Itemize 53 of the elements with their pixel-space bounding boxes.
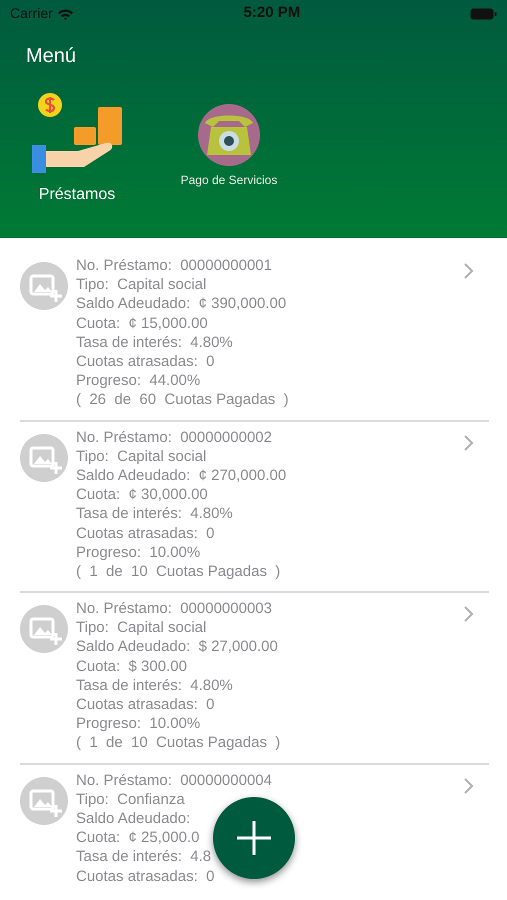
loan-detail: Tipo: Capital social bbox=[76, 618, 206, 638]
loan-detail: Saldo Adeudado: ¢ 390,000.00 bbox=[76, 294, 286, 314]
loan-detail: No. Préstamo: 00000000004 bbox=[76, 770, 272, 790]
loan-detail: Tipo: Capital social bbox=[76, 446, 206, 466]
loan-detail: Tasa de interés: 4.80% bbox=[76, 504, 233, 524]
chevron-icon bbox=[463, 262, 475, 280]
loan-detail: Progreso: 10.00% bbox=[76, 542, 200, 562]
loan-detail: Tipo: Capital social bbox=[76, 275, 206, 294]
loan-row[interactable]: No. Préstamo: 00000000001 Tipo: Capital social Saldo Adeudado: ¢ 390,000.00 Cuota: ¢ 15,000.00 Tasa de interés: 4.80% Cuotas atrasadas: 0 Progreso: 44.00% ( 26 de 60 Cuotas Pagadas ) bbox=[20, 256, 489, 422]
loan-detail: No. Préstamo: 00000000003 bbox=[76, 599, 272, 618]
image-placeholder-icon bbox=[20, 262, 68, 310]
image-placeholder-icon bbox=[20, 434, 68, 482]
loan-detail: Cuota: ¢ 15,000.00 bbox=[76, 314, 208, 333]
add-button[interactable] bbox=[213, 797, 295, 879]
menu-tile[interactable]: Pago de Servicios bbox=[174, 89, 284, 207]
loan-detail: Progreso: 44.00% bbox=[76, 371, 200, 390]
image-placeholder-icon bbox=[20, 776, 68, 824]
chevron-icon bbox=[463, 434, 475, 452]
image-placeholder-icon bbox=[20, 605, 68, 653]
loan-detail: ( 26 de 60 Cuotas Pagadas ) bbox=[76, 390, 289, 410]
loan-detail: Cuotas atrasadas: 0 bbox=[76, 695, 214, 714]
loan-detail: No. Préstamo: 00000000002 bbox=[76, 428, 272, 447]
loan-detail: Cuotas atrasadas: 0 bbox=[76, 352, 214, 372]
chevron-icon bbox=[463, 605, 475, 623]
loan-detail: Saldo Adeudado: bbox=[76, 808, 190, 828]
loan-detail: Progreso: 10.00% bbox=[76, 714, 200, 734]
loan-detail: Cuotas atrasadas: 0 bbox=[76, 866, 214, 886]
loan-row[interactable]: No. Préstamo: 00000000003 Tipo: Capital social Saldo Adeudado: $ 27,000.00 Cuota: $ 300.00 Tasa de interés: 4.80% Cuotas atrasadas: 0 Progreso: 10.00% ( 1 de 10 Cuotas Pagadas ) bbox=[20, 599, 489, 764]
loan-detail: Tasa de interés: 4.80% bbox=[76, 332, 233, 352]
battery-icon bbox=[470, 8, 497, 20]
telephone-icon bbox=[197, 103, 261, 167]
loan-detail: Cuota: $ 300.00 bbox=[76, 656, 187, 676]
loan-detail: Tasa de interés: 4.80% bbox=[76, 676, 233, 696]
menu-tile[interactable]: Préstamos bbox=[22, 89, 132, 207]
loan-detail: ( 1 de 10 Cuotas Pagadas ) bbox=[76, 733, 280, 753]
menu-label: Pago de Servicios bbox=[180, 172, 278, 189]
wifi-icon bbox=[56, 8, 74, 20]
plus-icon bbox=[236, 820, 272, 856]
clock-time: 5:20 PM bbox=[244, 3, 300, 24]
loan-detail: Tasa de interés: 4.8 bbox=[76, 847, 212, 867]
loan-detail: ( 1 de 10 Cuotas Pagadas ) bbox=[76, 562, 280, 582]
chevron-icon bbox=[463, 776, 475, 794]
menu-title: Menú bbox=[26, 45, 76, 67]
loan-detail: Saldo Adeudado: $ 27,000.00 bbox=[76, 637, 278, 657]
loan-detail: Saldo Adeudado: ¢ 270,000.00 bbox=[76, 466, 286, 486]
loan-row[interactable]: No. Préstamo: 00000000002 Tipo: Capital social Saldo Adeudado: ¢ 270,000.00 Cuota: ¢ 30,000.00 Tasa de interés: 4.80% Cuotas atrasadas: 0 Progreso: 10.00% ( 1 de 10 Cuotas Pagadas ) bbox=[20, 428, 489, 593]
loan-detail: Cuota: ¢ 25,000.0 bbox=[76, 828, 200, 848]
loan-detail: Cuota: ¢ 30,000.00 bbox=[76, 485, 208, 504]
menu-label: Préstamos bbox=[38, 185, 116, 205]
loan-detail: Tipo: Confianza bbox=[76, 790, 185, 809]
carrier-name: Carrier bbox=[10, 4, 53, 23]
loan-detail: Cuotas atrasadas: 0 bbox=[76, 524, 214, 543]
loan-detail: No. Préstamo: 00000000001 bbox=[76, 256, 272, 276]
